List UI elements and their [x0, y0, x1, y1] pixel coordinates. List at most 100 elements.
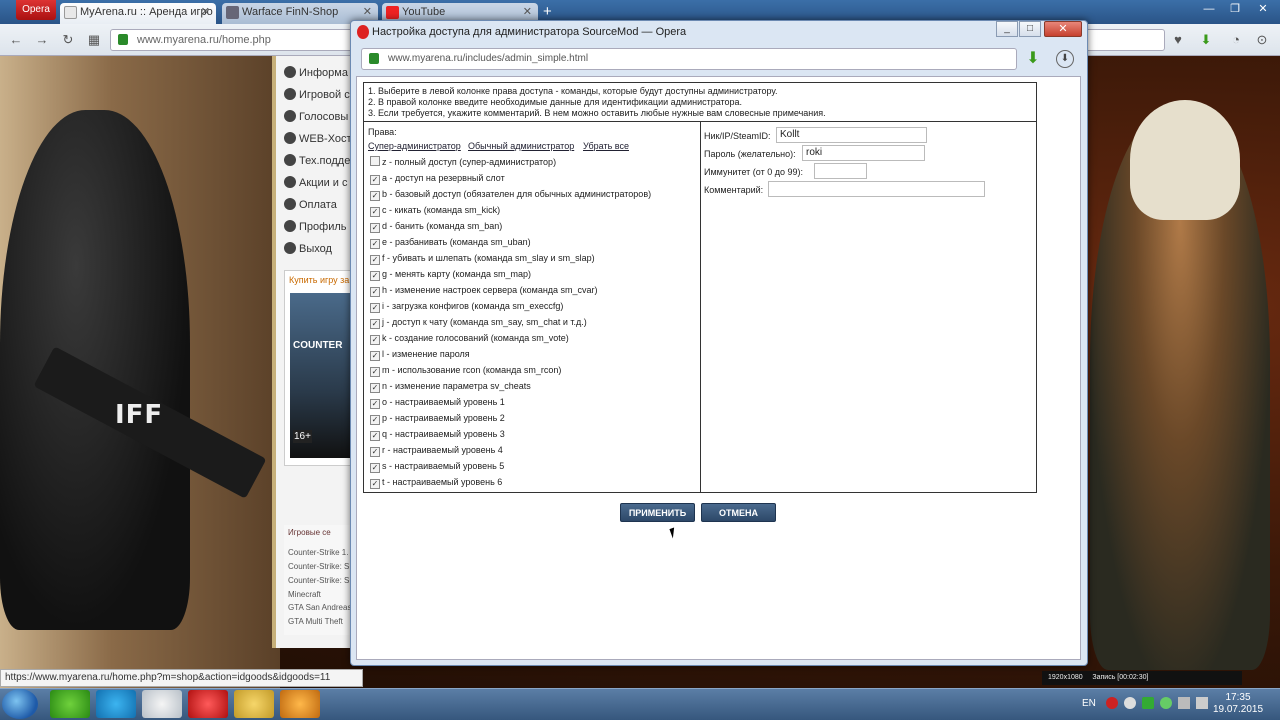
game-link[interactable]: GTA Multi Theft: [288, 617, 352, 626]
permission-checkbox[interactable]: [370, 156, 380, 166]
preset-clear-all-link[interactable]: Убрать все: [583, 141, 629, 151]
reload-icon[interactable]: ↻: [60, 32, 76, 48]
forward-icon[interactable]: →: [34, 32, 50, 48]
permission-checkbox[interactable]: ✓: [370, 351, 380, 361]
permission-checkbox[interactable]: ✓: [370, 255, 380, 265]
permission-row[interactable]: ✓ f - убивать и шлепать (команда sm_slay …: [370, 252, 595, 266]
game-link[interactable]: Minecraft: [288, 590, 352, 599]
heart-icon[interactable]: ♥: [1170, 32, 1186, 48]
permission-row[interactable]: z - полный доступ (супер-администратор): [370, 156, 556, 170]
permission-row[interactable]: ✓ d - банить (команда sm_ban): [370, 220, 502, 234]
cancel-button[interactable]: ОТМЕНА: [701, 503, 776, 522]
minimize-icon[interactable]: —: [1196, 0, 1222, 18]
volume-icon[interactable]: [1196, 697, 1208, 709]
permission-row[interactable]: ✓ n - изменение параметра sv_cheats: [370, 380, 531, 394]
opera-taskbar-icon[interactable]: [188, 690, 228, 718]
site-nav-item[interactable]: Тех.подде: [284, 150, 354, 172]
permission-checkbox[interactable]: ✓: [370, 175, 380, 185]
permission-checkbox[interactable]: ✓: [370, 207, 380, 217]
permission-row[interactable]: ✓ c - кикать (команда sm_kick): [370, 204, 500, 218]
password-input[interactable]: roki: [802, 145, 925, 161]
tray-icon[interactable]: [1160, 697, 1172, 709]
new-tab-button[interactable]: +: [543, 3, 552, 21]
popup-address-bar[interactable]: www.myarena.ru/includes/admin_simple.htm…: [361, 48, 1017, 70]
permission-checkbox[interactable]: ✓: [370, 463, 380, 473]
preset-super-admin-link[interactable]: Супер-администратор: [368, 141, 461, 151]
popup-minimize-icon[interactable]: _: [996, 21, 1018, 37]
permission-checkbox[interactable]: ✓: [370, 239, 380, 249]
immunity-input[interactable]: [814, 163, 867, 179]
opera-turbo-icon[interactable]: ⊙: [1254, 32, 1270, 48]
permission-row[interactable]: ✓ o - настраиваемый уровень 1: [370, 396, 505, 410]
site-nav-item[interactable]: Голосовы: [284, 106, 354, 128]
permission-checkbox[interactable]: ✓: [370, 335, 380, 345]
permission-row[interactable]: ✓ l - изменение пароля: [370, 348, 470, 362]
permission-checkbox[interactable]: ✓: [370, 415, 380, 425]
permission-row[interactable]: ✓ t - настраиваемый уровень 6: [370, 476, 502, 490]
tray-icon[interactable]: [1124, 697, 1136, 709]
java-icon[interactable]: [142, 690, 182, 718]
downloads-icon[interactable]: ⬇: [1056, 50, 1074, 68]
download-icon[interactable]: ⬇: [1198, 32, 1214, 48]
permission-row[interactable]: ✓ m - использование rcon (команда sm_rcon…: [370, 364, 561, 378]
maximize-icon[interactable]: ❐: [1222, 0, 1248, 18]
popup-close-icon[interactable]: ✕: [1044, 21, 1082, 37]
explorer-icon[interactable]: [234, 690, 274, 718]
game-link[interactable]: Counter-Strike: S: [288, 576, 352, 585]
nick-input[interactable]: Kollt: [776, 127, 927, 143]
network-icon[interactable]: [1178, 697, 1190, 709]
permission-checkbox[interactable]: ✓: [370, 367, 380, 377]
site-nav-item[interactable]: WEB-Хости: [284, 128, 354, 150]
preset-regular-admin-link[interactable]: Обычный администратор: [468, 141, 574, 151]
permission-row[interactable]: ✓ i - загрузка конфигов (команда sm_execc…: [370, 300, 563, 314]
opera-menu-button[interactable]: Opera: [16, 0, 56, 20]
record-icon[interactable]: [1106, 697, 1118, 709]
skype-icon[interactable]: [96, 690, 136, 718]
site-nav-item[interactable]: Акции и с: [284, 172, 354, 194]
site-nav-item[interactable]: Профиль: [284, 216, 354, 238]
permission-checkbox[interactable]: ✓: [370, 399, 380, 409]
close-window-icon[interactable]: ✕: [1250, 0, 1276, 18]
permission-checkbox[interactable]: ✓: [370, 287, 380, 297]
clock[interactable]: 17:35 19.07.2015: [1212, 692, 1264, 716]
permission-checkbox[interactable]: ✓: [370, 191, 380, 201]
tray-icon[interactable]: [1142, 697, 1154, 709]
game-link[interactable]: Counter-Strike 1.: [288, 548, 352, 557]
permission-row[interactable]: ✓ r - настраиваемый уровень 4: [370, 444, 503, 458]
permission-row[interactable]: ✓ e - разбанивать (команда sm_uban): [370, 236, 531, 250]
comment-input[interactable]: [768, 181, 985, 197]
permission-row[interactable]: ✓ k - создание голосований (команда sm_vo…: [370, 332, 569, 346]
language-indicator[interactable]: EN: [1082, 698, 1096, 709]
permission-checkbox[interactable]: ✓: [370, 447, 380, 457]
download-icon[interactable]: ⬇: [1024, 50, 1042, 68]
site-nav-item[interactable]: Выход: [284, 238, 354, 260]
game-link[interactable]: Counter-Strike: S: [288, 562, 352, 571]
site-nav-item[interactable]: Игровой с: [284, 84, 354, 106]
permission-checkbox[interactable]: ✓: [370, 479, 380, 489]
permission-checkbox[interactable]: ✓: [370, 303, 380, 313]
close-icon[interactable]: ✕: [201, 3, 210, 22]
start-button[interactable]: [2, 689, 38, 719]
site-nav-item[interactable]: Оплата: [284, 194, 354, 216]
back-icon[interactable]: ←: [8, 32, 24, 48]
permission-checkbox[interactable]: ✓: [370, 319, 380, 329]
site-nav-item[interactable]: Информа: [284, 62, 354, 84]
permission-row[interactable]: ✓ q - настраиваемый уровень 3: [370, 428, 505, 442]
permission-row[interactable]: ✓ h - изменение настроек сервера (команда…: [370, 284, 598, 298]
permission-row[interactable]: ✓ a - доступ на резервный слот: [370, 172, 505, 186]
tab-myarena[interactable]: MyArena.ru :: Аренда игро ✕: [60, 3, 216, 24]
permission-row[interactable]: ✓ b - базовый доступ (обязателен для обыч…: [370, 188, 651, 202]
permission-row[interactable]: ✓ s - настраиваемый уровень 5: [370, 460, 504, 474]
permission-row[interactable]: ✓ p - настраиваемый уровень 2: [370, 412, 505, 426]
permission-row[interactable]: ✓ j - доступ к чату (команда sm_say, sm_c…: [370, 316, 587, 330]
speed-icon[interactable]: ◔: [1228, 32, 1244, 48]
permission-row[interactable]: ✓ g - менять карту (команда sm_map): [370, 268, 531, 282]
plus-app-icon[interactable]: [50, 690, 90, 718]
permission-checkbox[interactable]: ✓: [370, 223, 380, 233]
speed-dial-icon[interactable]: ▦: [86, 32, 102, 48]
permission-checkbox[interactable]: ✓: [370, 431, 380, 441]
popup-maximize-icon[interactable]: □: [1019, 21, 1041, 37]
game-link[interactable]: GTA San Andreas: [288, 603, 352, 612]
apply-button[interactable]: ПРИМЕНИТЬ: [620, 503, 695, 522]
half-life-taskbar-icon[interactable]: [280, 690, 320, 718]
